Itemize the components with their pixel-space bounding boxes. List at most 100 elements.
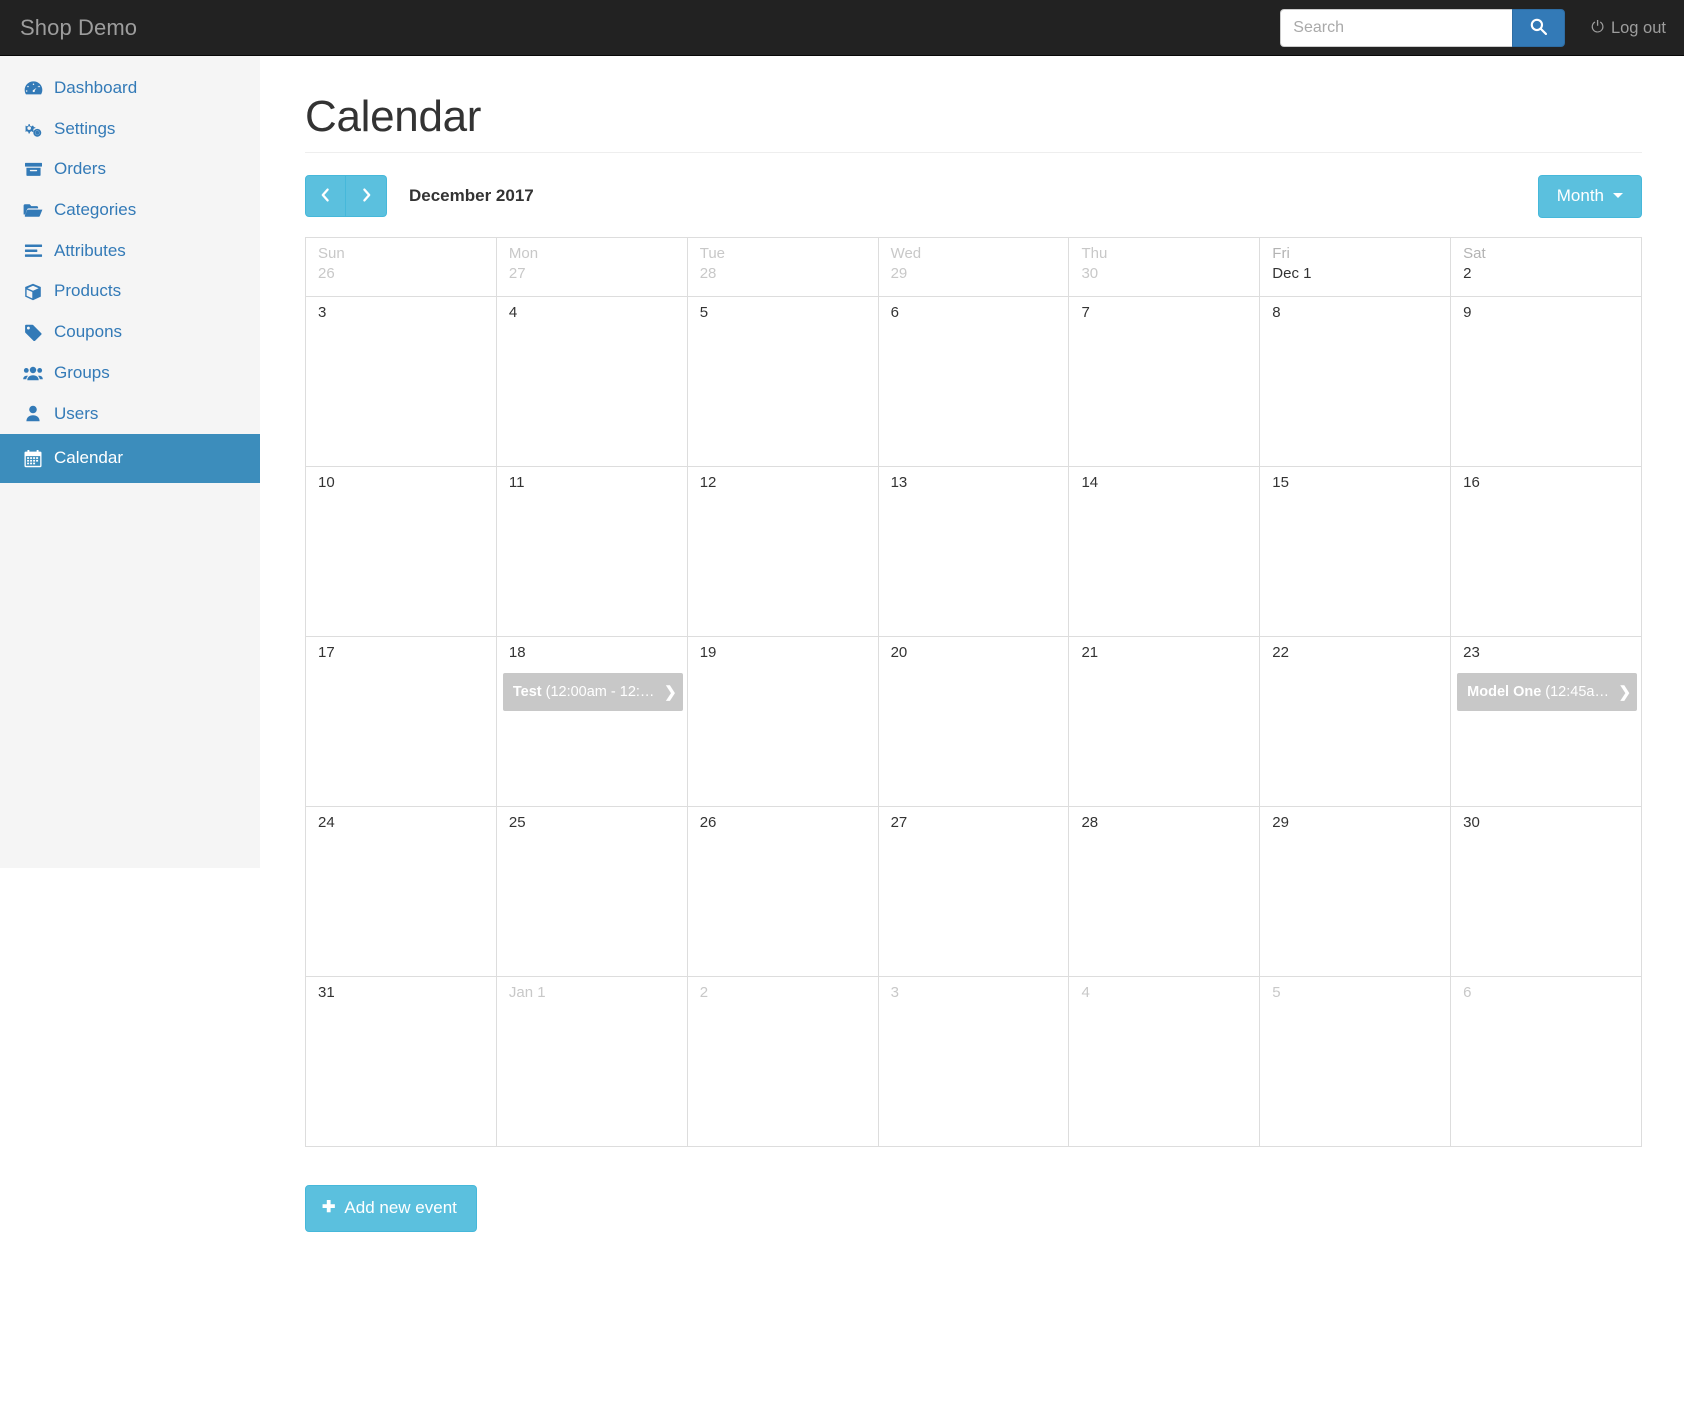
day-number: 13	[890, 474, 908, 491]
calendar-day-cell[interactable]: 8	[1260, 297, 1452, 466]
calendar-day-cell[interactable]: 21	[1069, 637, 1261, 806]
calendar-day-cell[interactable]: 15	[1260, 467, 1452, 636]
sidebar-item-categories[interactable]: Categories	[0, 190, 260, 231]
day-number: 21	[1081, 644, 1099, 661]
calendar-day-cell[interactable]: 23 Model One (12:45a… ❯	[1451, 637, 1641, 806]
calendar-day-cell[interactable]: 4	[497, 297, 688, 466]
day-number: 31	[318, 984, 335, 1001]
prev-month-button[interactable]	[305, 175, 346, 217]
calendar-day-cell[interactable]: 16	[1451, 467, 1641, 636]
sidebar-item-products[interactable]: Products	[0, 271, 260, 312]
day-number: 26	[318, 264, 335, 282]
calendar-day-cell[interactable]: 26	[688, 807, 879, 976]
brand-link[interactable]: Shop Demo	[0, 0, 153, 56]
day-number: 9	[1463, 304, 1472, 321]
calendar-day-cell[interactable]: 28	[1069, 807, 1261, 976]
day-of-week-label: Sat	[1463, 245, 1486, 262]
calendar-day-cell[interactable]: 11	[497, 467, 688, 636]
day-number: 28	[1081, 814, 1099, 831]
calendar-day-cell[interactable]: 13	[879, 467, 1070, 636]
event-time: (12:00am - 12:…	[545, 684, 655, 701]
add-new-event-label: Add new event	[344, 1198, 457, 1217]
search-button[interactable]	[1512, 9, 1566, 47]
logout-link[interactable]: ⏻ Log out	[1591, 19, 1666, 38]
calendar-day-cell[interactable]: 17	[306, 637, 497, 806]
calendar-day-cell[interactable]: 25	[497, 807, 688, 976]
calendar-toolbar: December 2017 Month	[305, 174, 1642, 218]
calendar-day-cell[interactable]: 7	[1069, 297, 1261, 466]
main-content: Calendar December 2017 Month Sun 26 Mon …	[260, 56, 1684, 1262]
day-number: 5	[699, 304, 709, 321]
calendar-day-cell[interactable]: 9	[1451, 297, 1641, 466]
sidebar-item-calendar[interactable]: Calendar	[0, 434, 260, 483]
calendar-day-cell[interactable]: 14	[1069, 467, 1261, 636]
calendar-day-cell[interactable]: 10	[306, 467, 497, 636]
calendar-header-cell: Sun 26	[306, 238, 497, 296]
users-icon	[22, 365, 44, 381]
day-number: 4	[508, 304, 518, 321]
day-number: 3	[890, 984, 899, 1001]
next-month-button[interactable]	[346, 175, 387, 217]
calendar-day-cell[interactable]: 31	[306, 977, 497, 1146]
tag-icon	[22, 324, 44, 341]
day-of-week-label: Tue	[699, 245, 726, 262]
sidebar-item-users[interactable]: Users	[0, 394, 260, 435]
calendar-day-cell[interactable]: 27	[879, 807, 1070, 976]
calendar-day-cell[interactable]: 6	[879, 297, 1070, 466]
view-mode-label: Month	[1556, 185, 1604, 205]
calendar-day-cell[interactable]: 12	[688, 467, 879, 636]
calendar-event[interactable]: Model One (12:45a… ❯	[1457, 673, 1638, 712]
calendar-day-cell[interactable]: 20	[879, 637, 1070, 806]
sidebar-item-label: Users	[54, 403, 99, 423]
calendar-day-cell[interactable]: 3	[879, 977, 1070, 1146]
calendar-period-title: December 2017	[409, 186, 534, 205]
calendar-day-cell[interactable]: Jan 1	[497, 977, 688, 1146]
event-title: Model One	[1467, 684, 1542, 701]
search-input[interactable]	[1280, 9, 1513, 47]
calendar-week-row: 24 25 26 27 28 29 30	[306, 807, 1641, 977]
sidebar-item-coupons[interactable]: Coupons	[0, 312, 260, 353]
sidebar-item-dashboard[interactable]: Dashboard	[0, 68, 260, 109]
calendar-day-cell[interactable]: 4	[1069, 977, 1261, 1146]
calendar-day-cell[interactable]: 29	[1260, 807, 1452, 976]
day-number: 29	[890, 264, 908, 282]
day-number: 24	[318, 814, 335, 831]
search-form	[1280, 9, 1566, 47]
sidebar-item-orders[interactable]: Orders	[0, 149, 260, 190]
calendar-day-cell[interactable]: 30	[1451, 807, 1641, 976]
calendar-day-cell[interactable]: 6	[1451, 977, 1641, 1146]
calendar-day-cell[interactable]: 5	[688, 297, 879, 466]
calendar-day-cell[interactable]: 18 Test (12:00am - 12:… ❯	[497, 637, 688, 806]
day-number: 5	[1272, 984, 1281, 1001]
calendar-day-cell[interactable]: 24	[306, 807, 497, 976]
day-number: 6	[1463, 984, 1472, 1001]
calendar-day-cell[interactable]: 22	[1260, 637, 1452, 806]
calendar-day-cell[interactable]: 2	[688, 977, 879, 1146]
day-number: 27	[508, 264, 526, 282]
calendar-header-cell: Sat 2	[1451, 238, 1641, 296]
calendar-day-cell[interactable]: 3	[306, 297, 497, 466]
tachometer-icon	[22, 80, 44, 97]
calendar-grid: Sun 26 Mon 27 Tue 28 Wed 29 Thu 30 Fri Dec 1 Sat 2 34…	[305, 237, 1642, 1147]
day-number: 19	[699, 644, 717, 661]
calendar-week-row: 10 11 12 13 14 15 16	[306, 467, 1641, 637]
calendar-event[interactable]: Test (12:00am - 12:… ❯	[502, 673, 683, 712]
sidebar-item-settings[interactable]: Settings	[0, 109, 260, 150]
chevron-left-icon	[320, 187, 331, 206]
sidebar-item-attributes[interactable]: Attributes	[0, 231, 260, 272]
calendar-day-cell[interactable]: 19	[688, 637, 879, 806]
align-left-icon	[22, 243, 44, 259]
calendar-icon	[22, 449, 44, 468]
add-new-event-button[interactable]: ✚ Add new event	[305, 1185, 477, 1232]
calendar-day-cell[interactable]: 5	[1260, 977, 1452, 1146]
calendar-header-cell: Fri Dec 1	[1260, 238, 1452, 296]
day-number: Dec 1	[1272, 264, 1312, 282]
day-number: 22	[1272, 644, 1289, 661]
day-number: 6	[890, 304, 899, 321]
view-mode-dropdown[interactable]: Month	[1537, 174, 1642, 218]
sidebar-item-groups[interactable]: Groups	[0, 353, 260, 394]
day-number: 25	[508, 814, 526, 831]
day-number: 10	[318, 474, 335, 491]
top-navbar: Shop Demo ⏻ Log out	[0, 0, 1684, 56]
chevron-right-icon: ❯	[664, 684, 677, 702]
